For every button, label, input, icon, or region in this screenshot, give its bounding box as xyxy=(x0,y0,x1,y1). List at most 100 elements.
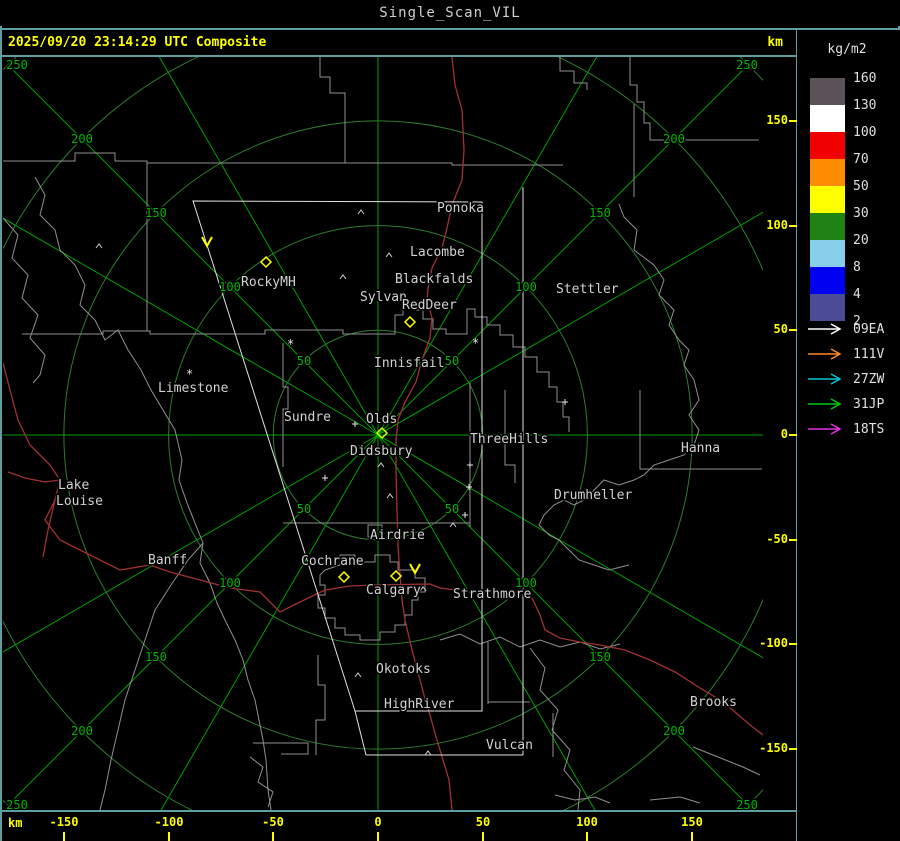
radar-map-canvas[interactable]: * * * 50 50 50 50 100 100 100 100 150 15… xyxy=(0,0,900,841)
city-label: Brooks xyxy=(690,695,737,710)
highways xyxy=(2,56,764,811)
svg-text:150: 150 xyxy=(589,206,611,220)
svg-text:200: 200 xyxy=(71,724,93,738)
info-bar: 2025/09/20 23:14:29 UTC Composite km xyxy=(0,30,797,56)
city-label: Lacombe xyxy=(410,245,465,260)
city-label: Stettler xyxy=(556,282,619,297)
radar-viewer-window: Single_Scan_VIL 2025/09/20 23:14:29 UTC … xyxy=(0,0,900,841)
svg-text:100: 100 xyxy=(219,280,241,294)
ring-distance-labels: 50 50 50 50 100 100 100 100 150 150 150 … xyxy=(5,57,760,814)
title-bar: Single_Scan_VIL xyxy=(0,0,900,26)
colorbar-value: 50 xyxy=(853,179,869,194)
svg-text:50: 50 xyxy=(297,502,311,516)
city-label: Louise xyxy=(56,494,103,509)
svg-text:*: * xyxy=(472,336,479,350)
scan-timestamp: 2025/09/20 23:14:29 UTC Composite xyxy=(8,35,267,50)
y-tick-label: 150 xyxy=(766,113,788,127)
svg-text:150: 150 xyxy=(145,650,167,664)
radar-arrow-icon xyxy=(808,398,842,410)
y-tick-label: 0 xyxy=(780,427,788,441)
city-label: Ponoka xyxy=(437,201,484,216)
city-label: Banff xyxy=(148,553,187,568)
y-tick-label: -50 xyxy=(766,532,788,546)
svg-text:250: 250 xyxy=(736,58,758,72)
radar-legend-row: 09EA xyxy=(797,320,900,340)
colorbar-unit: kg/m2 xyxy=(827,42,867,57)
city-label: Drumheller xyxy=(554,488,632,503)
radar-legend-row: 27ZW xyxy=(797,370,900,390)
x-tick-label: -50 xyxy=(262,815,284,829)
city-label: Blackfalds xyxy=(395,272,473,287)
x-tick-label: 100 xyxy=(576,815,598,829)
bottom-axis-unit: km xyxy=(8,816,23,830)
svg-text:50: 50 xyxy=(445,502,459,516)
x-tick-label: -100 xyxy=(154,815,184,829)
x-tick-label: -150 xyxy=(49,815,79,829)
svg-text:*: * xyxy=(186,367,193,381)
radar-id: 31JP xyxy=(853,397,885,412)
radar-id: 09EA xyxy=(853,322,885,337)
colorbar-swatch xyxy=(810,159,845,186)
radial-lines xyxy=(0,0,900,841)
svg-text:250: 250 xyxy=(736,798,758,810)
svg-text:150: 150 xyxy=(145,206,167,220)
colorbar-value: 4 xyxy=(853,287,861,302)
svg-text:*: * xyxy=(287,337,294,351)
radar-arrow-icon xyxy=(808,423,842,435)
svg-text:50: 50 xyxy=(297,354,311,368)
city-label: Hanna xyxy=(681,441,720,456)
city-label: Airdrie xyxy=(370,528,425,543)
y-tick-label: -100 xyxy=(759,636,788,650)
colorbar-swatch xyxy=(810,105,845,132)
city-label: Vulcan xyxy=(486,738,533,753)
colorbar-swatch xyxy=(810,186,845,213)
colorbar-value: 20 xyxy=(853,233,869,248)
colorbar-swatch xyxy=(810,240,845,267)
colorbar-value: 8 xyxy=(853,260,861,275)
svg-text:250: 250 xyxy=(6,58,28,72)
city-label: Cochrane xyxy=(301,554,364,569)
city-label: Strathmore xyxy=(453,587,531,602)
map-boundaries xyxy=(0,57,762,811)
city-label: HighRiver xyxy=(384,697,455,712)
x-tick-label: 50 xyxy=(475,815,491,829)
colorbar-value: 100 xyxy=(853,125,877,140)
colorbar-value: 70 xyxy=(853,152,869,167)
radar-arrow-icon xyxy=(808,373,842,385)
colorbar-value: 30 xyxy=(853,206,869,221)
colorbar-swatch xyxy=(810,213,845,240)
colorbar-swatch xyxy=(810,132,845,159)
city-label: Innisfail xyxy=(374,356,444,371)
window-title: Single_Scan_VIL xyxy=(379,5,521,21)
bottom-distance-axis: km -150 -100 -50 0 50 100 150 xyxy=(0,810,797,841)
y-tick-label: 50 xyxy=(773,322,788,336)
radar-legend-row: 18TS xyxy=(797,420,900,440)
city-label: Didsbury xyxy=(350,444,413,459)
colorbar-swatch xyxy=(810,294,845,321)
svg-text:100: 100 xyxy=(515,280,537,294)
city-label: Olds xyxy=(366,412,397,427)
svg-text:200: 200 xyxy=(663,132,685,146)
colorbar-value: 130 xyxy=(853,98,877,113)
city-label: RockyMH xyxy=(241,275,296,290)
city-label: Limestone xyxy=(158,381,229,396)
range-rings xyxy=(0,0,900,841)
right-axis-unit: km xyxy=(767,35,783,50)
city-label: Lake xyxy=(58,478,89,493)
radar-id: 18TS xyxy=(853,422,885,437)
radar-id: 27ZW xyxy=(853,372,885,387)
svg-text:200: 200 xyxy=(71,132,93,146)
x-tick-label: 150 xyxy=(681,815,703,829)
city-label: Okotoks xyxy=(376,662,431,677)
svg-text:100: 100 xyxy=(219,576,241,590)
y-tick-label: -150 xyxy=(759,741,788,755)
radar-map-svg: * * * 50 50 50 50 100 100 100 100 150 150 … xyxy=(0,0,900,841)
city-label: ThreeHills xyxy=(470,432,548,447)
frame-left xyxy=(0,0,2,841)
x-tick-label: 0 xyxy=(374,815,382,829)
svg-text:150: 150 xyxy=(589,650,611,664)
svg-text:200: 200 xyxy=(663,724,685,738)
city-label: RedDeer xyxy=(402,298,457,313)
radar-legend-row: 111V xyxy=(797,345,900,365)
radar-arrow-icon xyxy=(808,348,842,360)
